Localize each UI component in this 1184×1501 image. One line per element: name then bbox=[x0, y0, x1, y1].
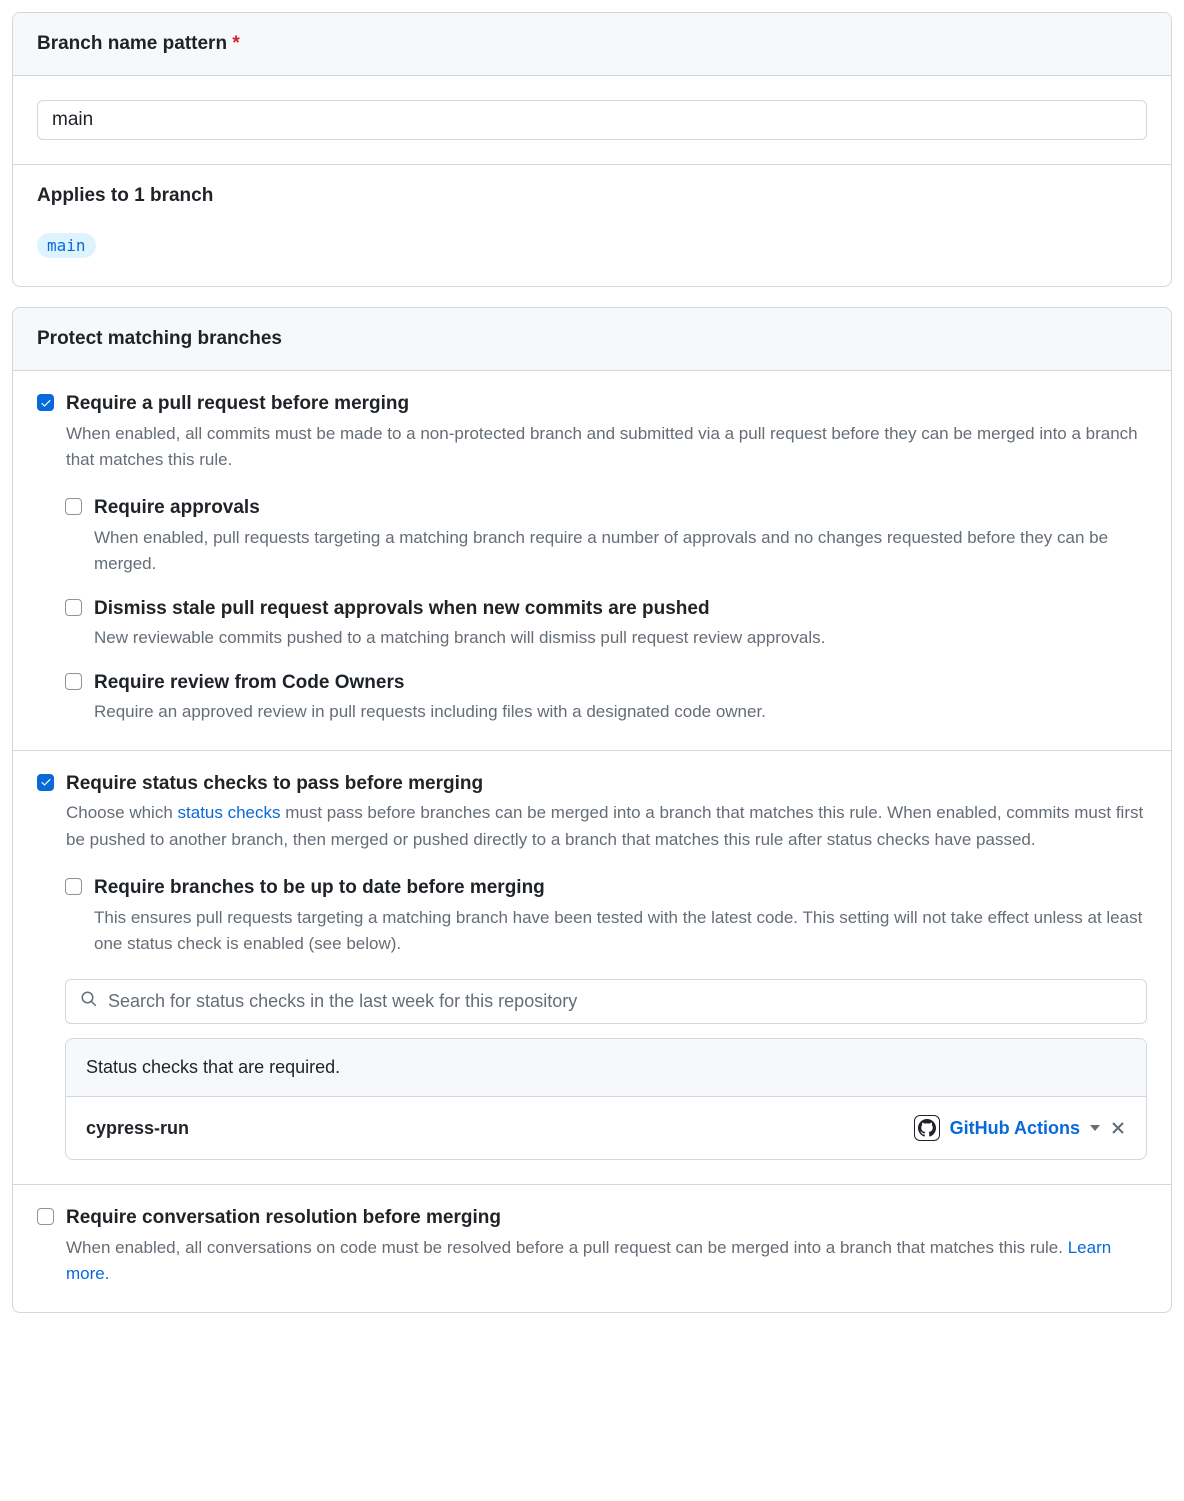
remove-status-check-button[interactable] bbox=[1110, 1120, 1126, 1136]
status-check-name: cypress-run bbox=[86, 1118, 189, 1139]
rule-require-approvals-title: Require approvals bbox=[94, 495, 1147, 521]
caret-down-icon[interactable] bbox=[1090, 1125, 1100, 1131]
status-desc-pre: Choose which bbox=[66, 803, 178, 822]
rule-up-to-date-title: Require branches to be up to date before… bbox=[94, 875, 1147, 901]
applies-to-title: Applies to 1 branch bbox=[37, 185, 1147, 207]
branch-pattern-body bbox=[13, 76, 1171, 165]
branch-chip: main bbox=[37, 233, 96, 258]
rule-dismiss-stale-desc: New reviewable commits pushed to a match… bbox=[94, 625, 1147, 651]
protect-header: Protect matching branches bbox=[13, 308, 1171, 371]
github-icon bbox=[914, 1115, 940, 1141]
rule-code-owners-title: Require review from Code Owners bbox=[94, 670, 1147, 696]
rule-status-checks-title: Require status checks to pass before mer… bbox=[66, 771, 1147, 797]
rule-require-pr-desc: When enabled, all commits must be made t… bbox=[66, 421, 1147, 474]
checkbox-conversation[interactable] bbox=[37, 1208, 54, 1225]
branch-pattern-input[interactable] bbox=[37, 100, 1147, 140]
checkbox-status-checks[interactable] bbox=[37, 774, 54, 791]
rule-require-pr: Require a pull request before merging Wh… bbox=[13, 371, 1171, 751]
status-checks-link[interactable]: status checks bbox=[178, 803, 281, 822]
rule-conversation-desc: When enabled, all conversations on code … bbox=[66, 1235, 1147, 1288]
rule-status-checks-desc: Choose which status checks must pass bef… bbox=[66, 800, 1147, 853]
rule-require-pr-title: Require a pull request before merging bbox=[66, 391, 1147, 417]
checkbox-up-to-date[interactable] bbox=[65, 878, 82, 895]
search-icon bbox=[80, 990, 98, 1013]
branch-pattern-panel: Branch name pattern * Applies to 1 branc… bbox=[12, 12, 1172, 287]
status-check-row: cypress-run GitHub Actions bbox=[66, 1097, 1146, 1159]
protect-panel: Protect matching branches Require a pull… bbox=[12, 307, 1172, 1313]
rule-require-approvals-desc: When enabled, pull requests targeting a … bbox=[94, 525, 1147, 578]
required-star-icon: * bbox=[232, 33, 239, 54]
required-status-header: Status checks that are required. bbox=[66, 1039, 1146, 1097]
status-check-source-link[interactable]: GitHub Actions bbox=[950, 1118, 1080, 1139]
status-check-search[interactable] bbox=[65, 979, 1147, 1024]
required-status-panel: Status checks that are required. cypress… bbox=[65, 1038, 1147, 1160]
checkbox-require-pr[interactable] bbox=[37, 394, 54, 411]
rule-code-owners-desc: Require an approved review in pull reque… bbox=[94, 699, 1147, 725]
applies-to-section: Applies to 1 branch main bbox=[13, 165, 1171, 286]
branch-pattern-label: Branch name pattern bbox=[37, 33, 227, 54]
rule-conversation: Require conversation resolution before m… bbox=[13, 1185, 1171, 1311]
checkbox-dismiss-stale[interactable] bbox=[65, 599, 82, 616]
checkbox-require-approvals[interactable] bbox=[65, 498, 82, 515]
status-check-search-input[interactable] bbox=[108, 991, 1132, 1012]
conversation-desc-pre: When enabled, all conversations on code … bbox=[66, 1238, 1068, 1257]
rule-conversation-title: Require conversation resolution before m… bbox=[66, 1205, 1147, 1231]
rule-status-checks: Require status checks to pass before mer… bbox=[13, 751, 1171, 1186]
rule-dismiss-stale-title: Dismiss stale pull request approvals whe… bbox=[94, 596, 1147, 622]
checkbox-code-owners[interactable] bbox=[65, 673, 82, 690]
branch-pattern-header: Branch name pattern * bbox=[13, 13, 1171, 76]
rule-up-to-date-desc: This ensures pull requests targeting a m… bbox=[94, 905, 1147, 958]
